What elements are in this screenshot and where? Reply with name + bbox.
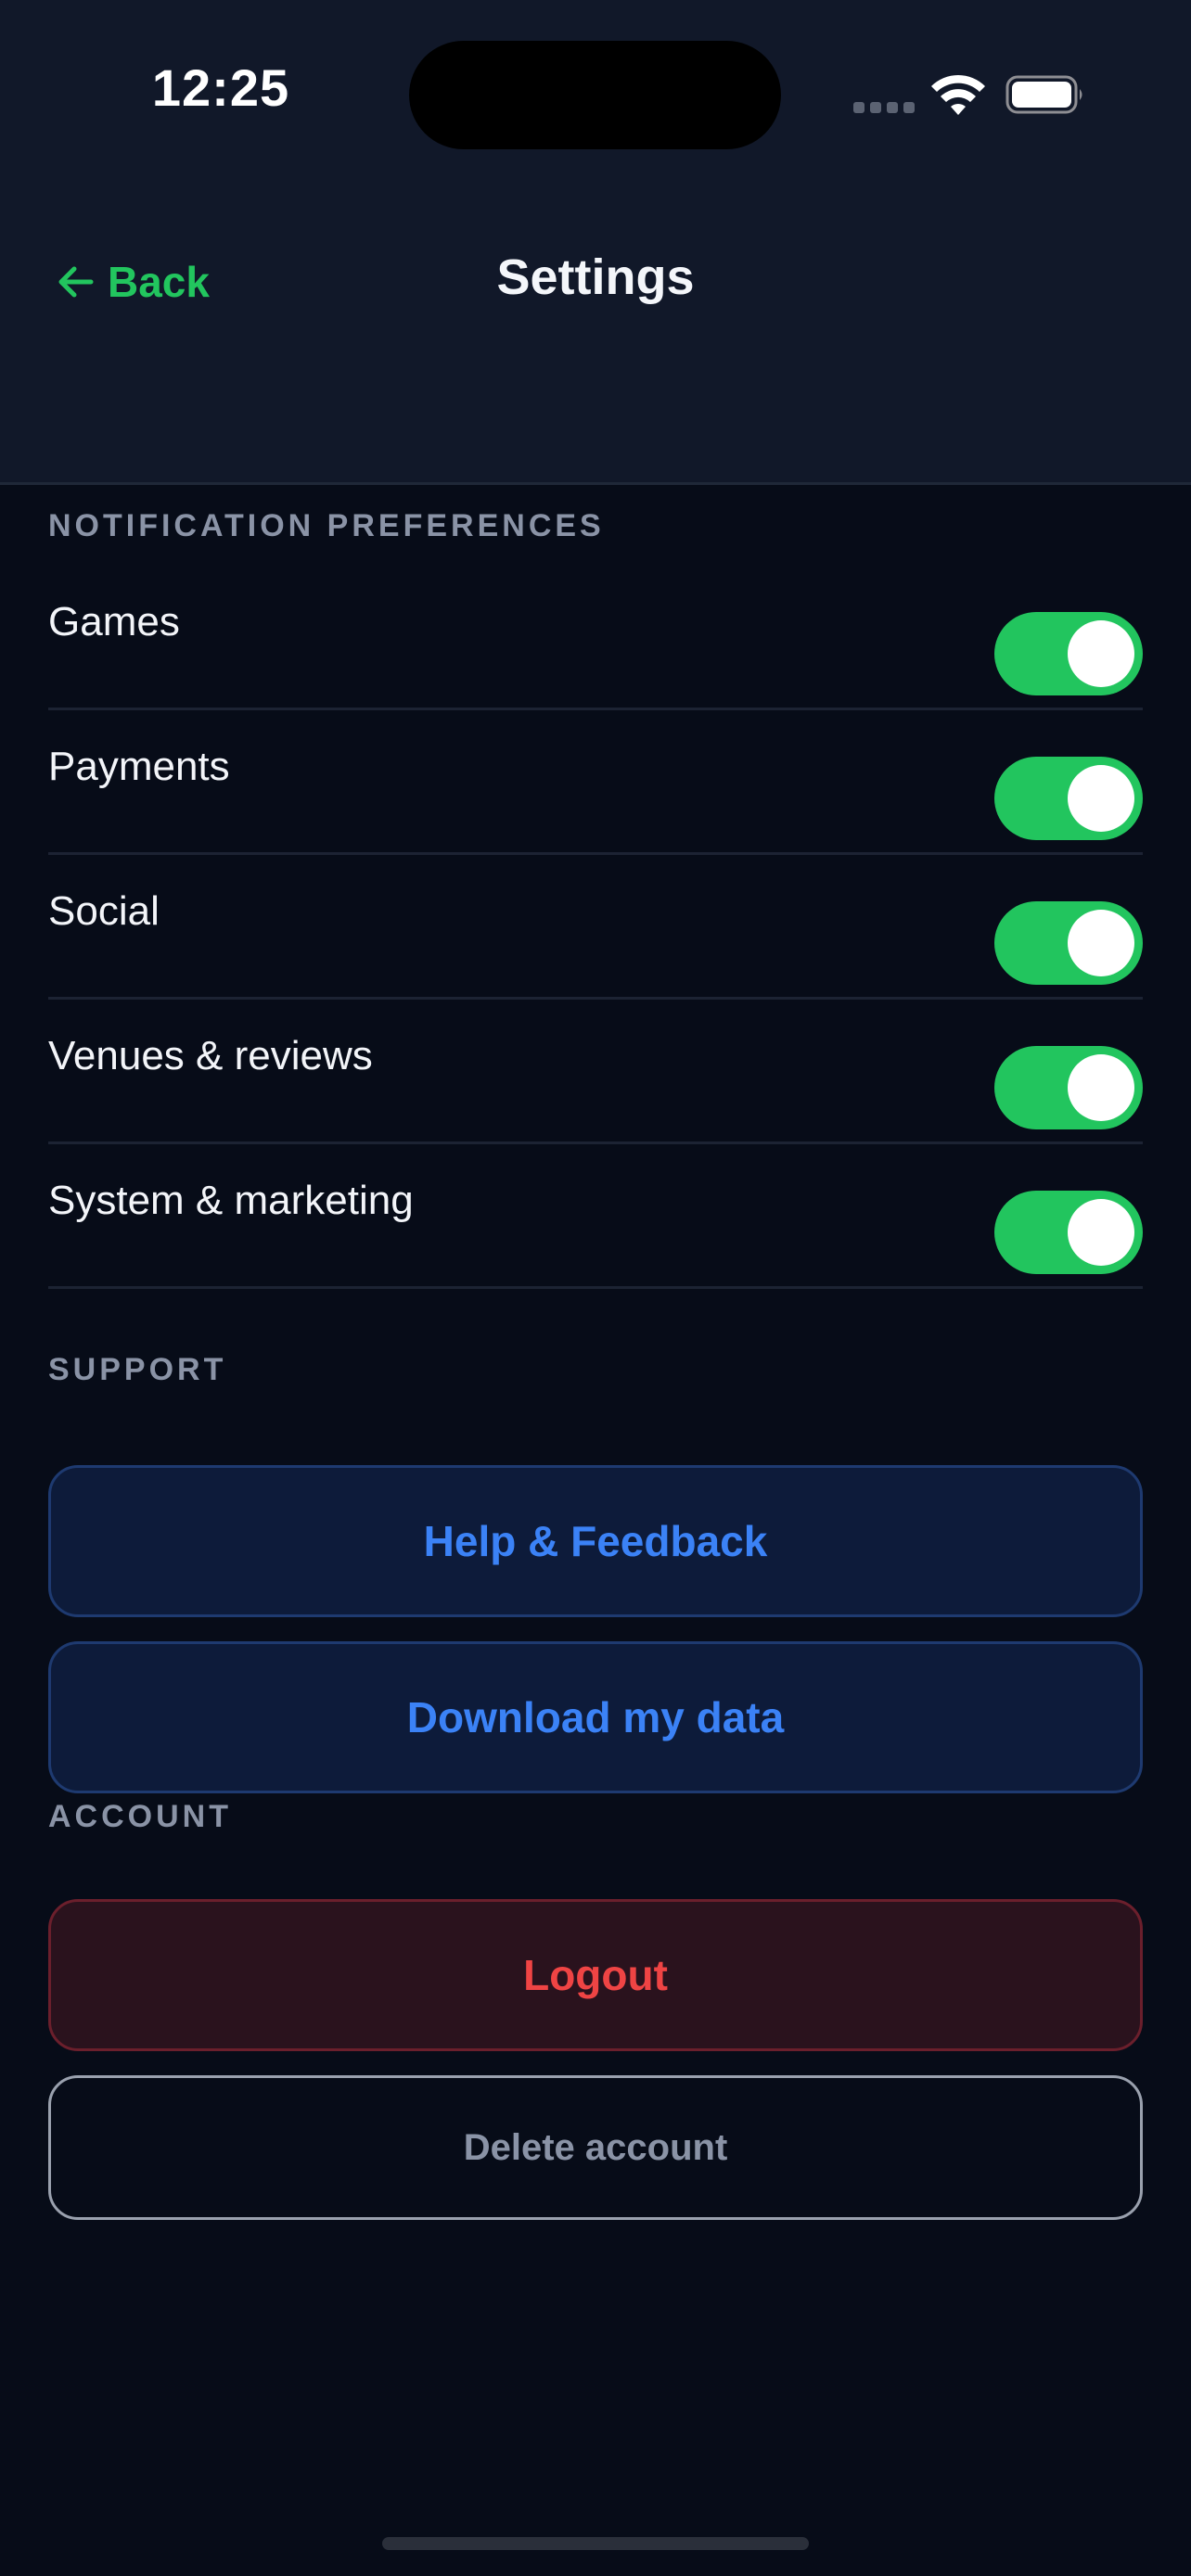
logout-button[interactable]: Logout <box>48 1899 1143 2051</box>
back-label: Back <box>108 258 210 306</box>
signal-dots-icon <box>853 102 915 113</box>
battery-icon <box>1005 75 1082 114</box>
arrow-left-icon <box>58 266 94 298</box>
toggle-payments[interactable] <box>994 757 1143 840</box>
settings-screen: 12:25 Back Settings NOTIFICATION PREFERE… <box>0 0 1191 2576</box>
toggle-social[interactable] <box>994 901 1143 985</box>
toggle-venues-reviews[interactable] <box>994 1046 1143 1129</box>
pref-row-social: Social <box>48 855 1143 1000</box>
delete-account-button[interactable]: Delete account <box>48 2075 1143 2220</box>
pref-label: Games <box>48 599 180 644</box>
help-feedback-button[interactable]: Help & Feedback <box>48 1465 1143 1617</box>
toggle-knob <box>1068 765 1134 832</box>
dynamic-island <box>409 41 781 149</box>
pref-row-system-marketing: System & marketing <box>48 1144 1143 1289</box>
toggle-knob <box>1068 1199 1134 1266</box>
pref-row-payments: Payments <box>48 710 1143 855</box>
pref-label: Social <box>48 888 160 934</box>
status-time: 12:25 <box>151 58 290 117</box>
toggle-system-marketing[interactable] <box>994 1191 1143 1274</box>
pref-label: Payments <box>48 744 230 789</box>
notification-preferences-header: NOTIFICATION PREFERENCES <box>48 508 605 543</box>
back-button[interactable]: Back <box>58 252 210 312</box>
toggle-knob <box>1068 910 1134 976</box>
wifi-icon <box>931 74 985 115</box>
account-header: ACCOUNT <box>48 1799 232 1834</box>
download-my-data-button[interactable]: Download my data <box>48 1641 1143 1793</box>
toggle-knob <box>1068 1054 1134 1121</box>
pref-label: System & marketing <box>48 1178 414 1223</box>
page-title: Settings <box>496 249 695 305</box>
pref-row-venues-reviews: Venues & reviews <box>48 1000 1143 1144</box>
home-indicator <box>382 2537 809 2550</box>
toggle-games[interactable] <box>994 612 1143 695</box>
pref-row-games: Games <box>48 566 1143 710</box>
support-header: SUPPORT <box>48 1352 227 1387</box>
pref-label: Venues & reviews <box>48 1033 373 1078</box>
toggle-knob <box>1068 620 1134 687</box>
